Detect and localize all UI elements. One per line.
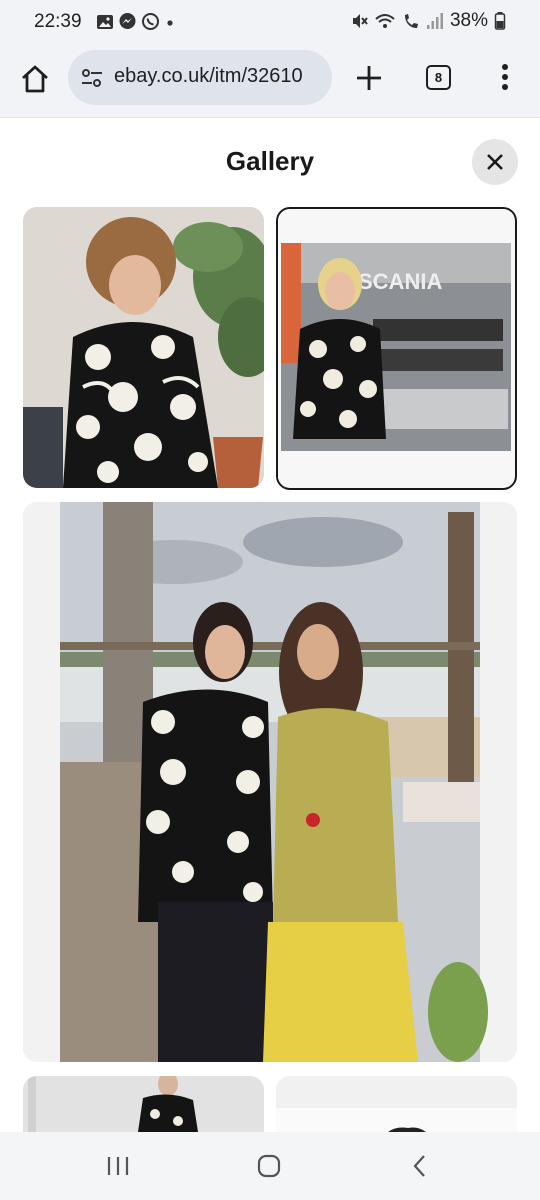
svg-text:SCANIA: SCANIA bbox=[358, 269, 442, 294]
battery-icon bbox=[494, 12, 506, 30]
status-bar: 22:39 38% bbox=[0, 0, 540, 44]
wifi-icon bbox=[375, 14, 395, 28]
home-button[interactable] bbox=[249, 1152, 289, 1180]
gallery-image-5[interactable] bbox=[276, 1076, 517, 1132]
model-photo-icon bbox=[23, 1076, 264, 1132]
jacket-detail-photo-icon bbox=[276, 1076, 517, 1132]
gallery-icon bbox=[97, 14, 113, 29]
clock: 22:39 bbox=[34, 11, 82, 32]
gallery-image-3[interactable] bbox=[23, 502, 517, 1062]
signal-icon bbox=[426, 13, 443, 29]
close-button[interactable] bbox=[472, 139, 518, 185]
truck-photo-icon: SCANIA bbox=[278, 209, 514, 487]
system-icons: 38% bbox=[350, 10, 506, 32]
back-button[interactable] bbox=[400, 1152, 440, 1180]
system-nav-bar bbox=[0, 1132, 540, 1200]
gallery-image-1[interactable] bbox=[23, 207, 264, 488]
browser-toolbar: ebay.co.uk/itm/32610 8 bbox=[0, 44, 540, 118]
dot-icon bbox=[167, 19, 173, 26]
new-tab-icon[interactable] bbox=[352, 61, 386, 95]
wifi-call-icon bbox=[404, 14, 418, 28]
more-menu-icon[interactable] bbox=[494, 60, 516, 94]
notification-icons bbox=[96, 12, 176, 31]
url-text[interactable]: ebay.co.uk/itm/32610 bbox=[114, 65, 324, 88]
tab-switcher-button[interactable]: 8 bbox=[426, 65, 451, 90]
jacket-photo-icon bbox=[23, 207, 264, 488]
gallery-image-2[interactable]: SCANIA bbox=[276, 207, 517, 490]
mute-icon bbox=[352, 14, 368, 28]
back-icon[interactable] bbox=[411, 1154, 429, 1178]
url-bar[interactable]: ebay.co.uk/itm/32610 bbox=[68, 50, 332, 105]
site-settings-icon[interactable] bbox=[80, 67, 104, 89]
recent-apps-button[interactable] bbox=[98, 1152, 138, 1180]
home-icon[interactable] bbox=[18, 62, 52, 96]
battery-percent: 38% bbox=[449, 10, 488, 31]
close-icon[interactable] bbox=[485, 152, 505, 172]
messenger-icon bbox=[119, 13, 136, 29]
recent-apps-icon[interactable] bbox=[105, 1155, 131, 1177]
gallery-title: Gallery bbox=[225, 146, 315, 176]
beach-photo-icon bbox=[23, 502, 517, 1062]
gallery-image-4[interactable] bbox=[23, 1076, 264, 1132]
whatsapp-icon bbox=[142, 13, 159, 30]
home-nav-icon[interactable] bbox=[257, 1154, 281, 1178]
